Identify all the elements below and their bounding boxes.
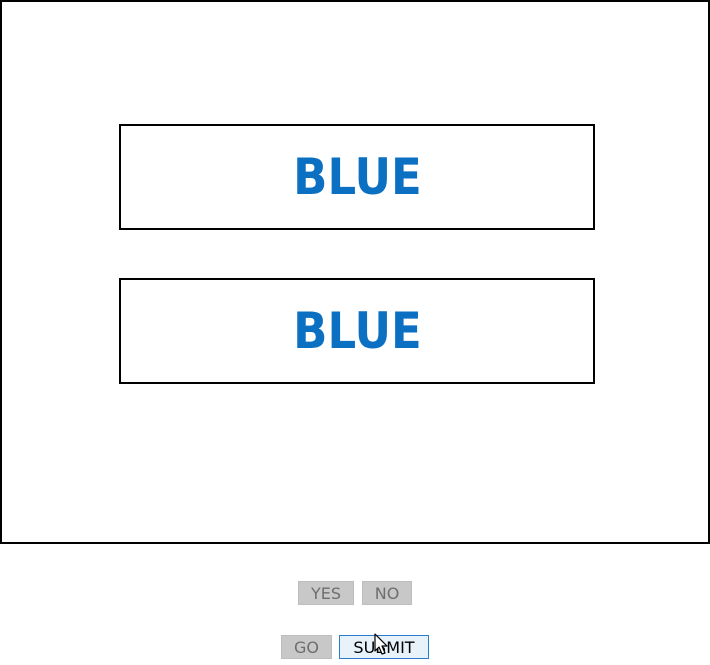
- no-button[interactable]: NO: [362, 581, 412, 605]
- go-button[interactable]: GO: [281, 635, 332, 659]
- yes-button[interactable]: YES: [298, 581, 354, 605]
- top-word: BLUE: [292, 148, 422, 206]
- arrow-pointer-icon: [374, 633, 388, 655]
- stimulus-area: [0, 0, 710, 544]
- bottom-word-box: BLUE: [119, 278, 595, 384]
- top-word-box: BLUE: [119, 124, 595, 230]
- bottom-word: BLUE: [292, 302, 422, 360]
